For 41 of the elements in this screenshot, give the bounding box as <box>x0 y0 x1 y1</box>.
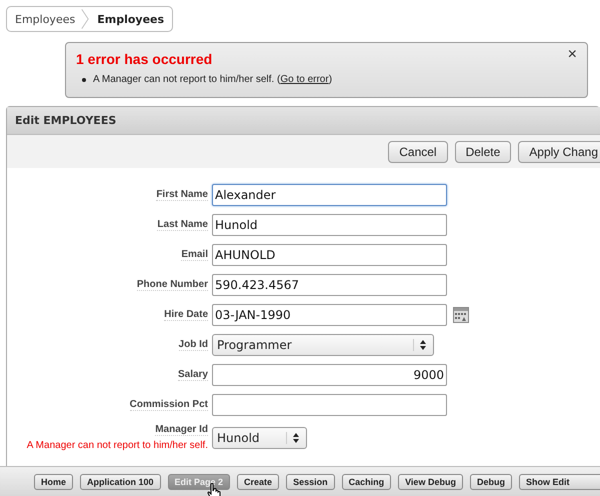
field-label: Manager Id <box>155 424 208 436</box>
go-to-error-link[interactable]: Go to error <box>280 74 329 85</box>
error-message: A Manager can not report to him/her self. (Go to error) <box>93 74 332 85</box>
action-button[interactable]: Delete <box>454 140 512 162</box>
field-label: Phone Number <box>136 279 208 291</box>
select-field[interactable]: Hunold <box>212 426 307 448</box>
close-button[interactable]: × <box>568 47 577 63</box>
field-label: Job Id <box>178 339 208 351</box>
field-label: Commission Pct <box>130 399 208 411</box>
field-label: Email <box>181 249 208 261</box>
input-field[interactable]: Hunold <box>212 214 447 236</box>
toolbar-button[interactable]: View Debug <box>398 474 463 490</box>
breadcrumb-link[interactable]: Employees <box>7 7 82 31</box>
input-field[interactable]: AHUNOLD <box>212 244 447 266</box>
toolbar-button[interactable]: Create <box>237 474 280 490</box>
field-label: Salary <box>178 369 208 381</box>
input-field[interactable] <box>212 394 447 416</box>
breadcrumb-link[interactable]: Employees <box>89 7 172 31</box>
error-title: 1 error has occurred <box>76 51 212 67</box>
input-field[interactable]: Alexander <box>212 184 447 206</box>
toolbar-button[interactable]: Caching <box>342 474 392 490</box>
input-field[interactable]: 590.423.4567 <box>212 274 447 296</box>
input-field[interactable]: 9000 <box>212 364 447 386</box>
toolbar-button[interactable]: Home <box>34 474 74 490</box>
field-label: Last Name <box>157 219 208 231</box>
bullet-icon <box>82 78 86 82</box>
updown-icon <box>413 339 427 351</box>
error-message: A Manager can not report to him/her self. <box>26 440 208 451</box>
input-field[interactable]: 03-JAN-1990 <box>212 304 447 326</box>
select-field[interactable]: Programmer <box>212 334 434 356</box>
action-button[interactable]: Apply Chang <box>518 140 600 162</box>
toolbar-button[interactable]: Session <box>286 474 335 490</box>
action-button[interactable]: Cancel <box>388 140 448 162</box>
updown-icon <box>286 432 300 444</box>
toolbar-button[interactable]: Debug <box>470 474 512 490</box>
toolbar-button[interactable]: Show Edit <box>518 474 600 490</box>
field-label: Hire Date <box>164 309 208 321</box>
calendar-icon[interactable] <box>453 307 469 323</box>
field-label: First Name <box>156 189 208 201</box>
toolbar-button[interactable]: Application 100 <box>80 474 161 490</box>
region-title: Edit EMPLOYEES <box>7 107 600 135</box>
